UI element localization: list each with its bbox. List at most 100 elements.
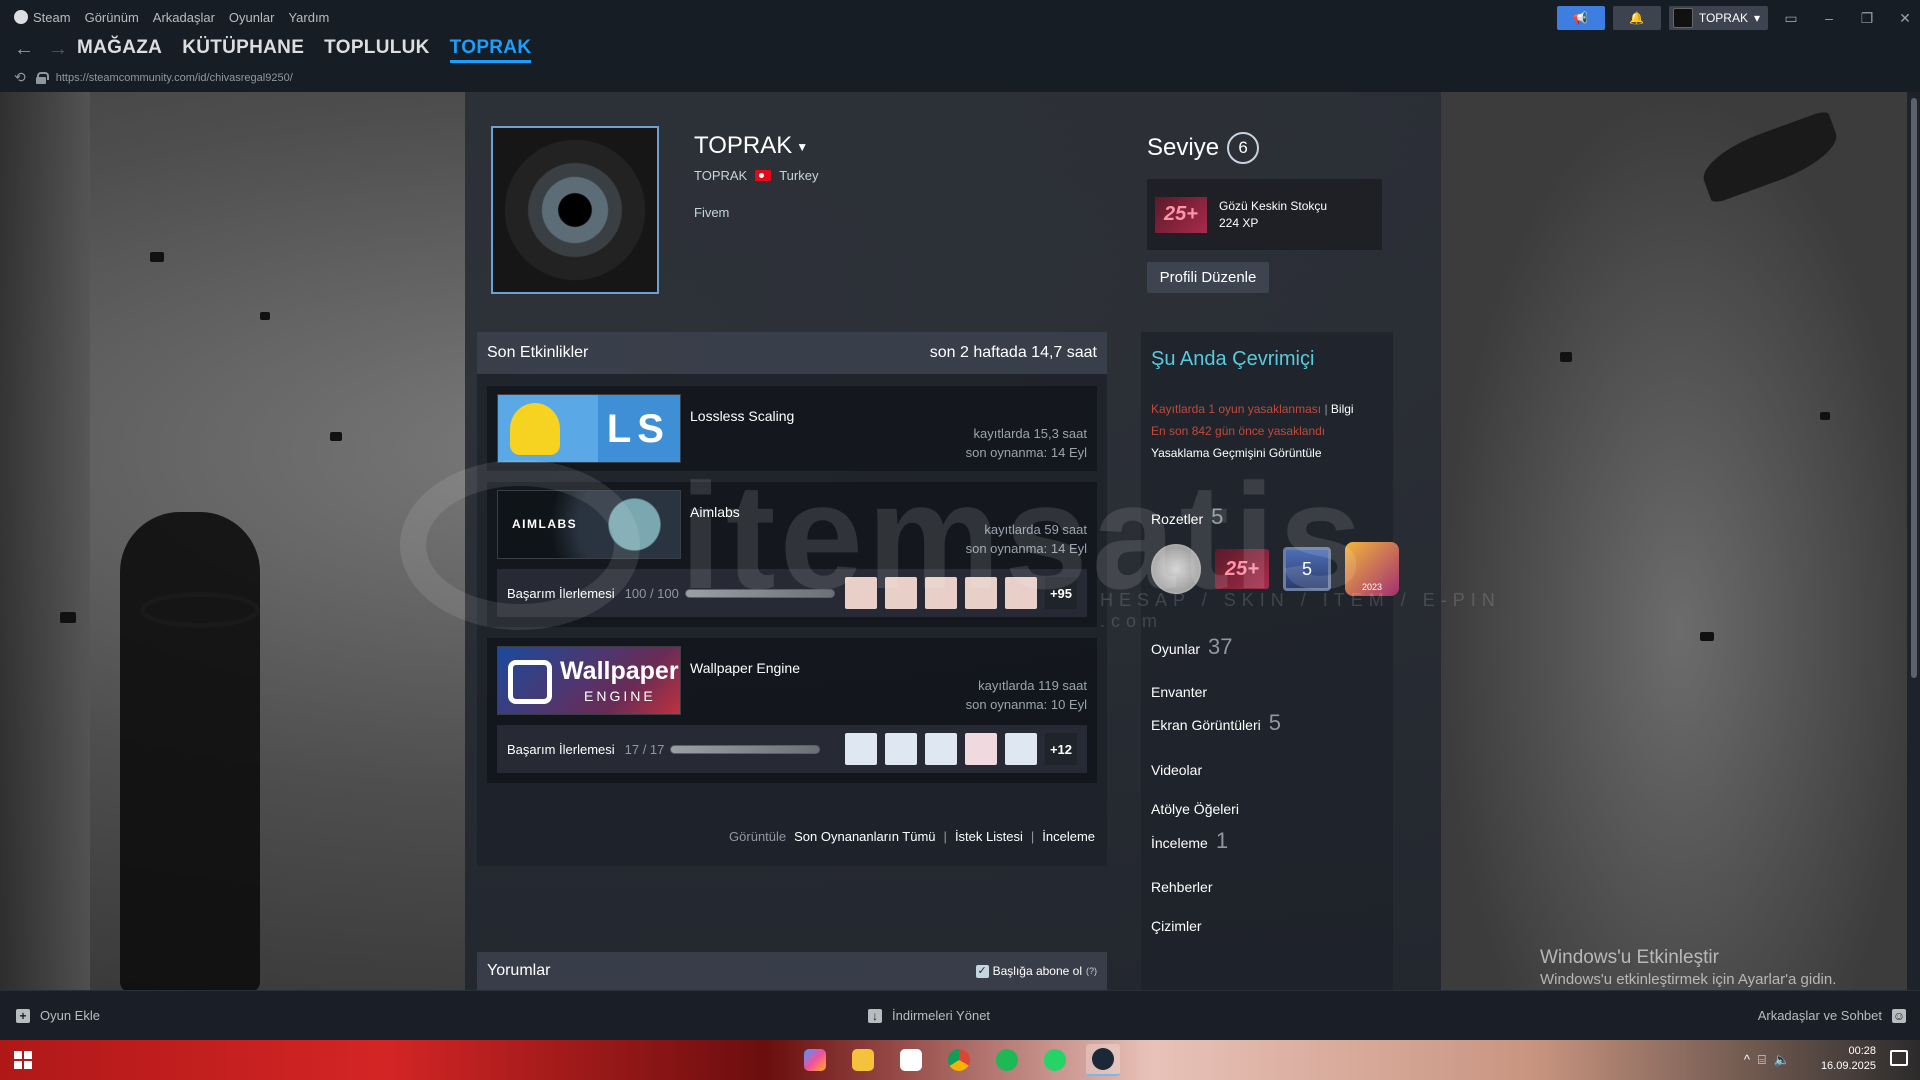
windows-start-icon[interactable] bbox=[14, 1051, 32, 1069]
menu-steam[interactable]: Steam bbox=[14, 10, 71, 25]
ban-history-link[interactable]: Yasaklama Geçmişini Görüntüle bbox=[1151, 446, 1322, 460]
volume-icon[interactable]: 🔈 bbox=[1774, 1052, 1790, 1068]
big-picture-icon[interactable]: ▭ bbox=[1776, 10, 1806, 27]
game-capsule[interactable]: Wallpaper ENGINE bbox=[497, 646, 681, 715]
achievement-icon[interactable] bbox=[925, 577, 957, 609]
workshop-link[interactable]: Atölye Öğeleri bbox=[1151, 801, 1239, 817]
reload-icon[interactable]: ⟲ bbox=[14, 69, 26, 86]
games-link[interactable]: Oyunlar 37 bbox=[1151, 634, 1233, 660]
page-scrollbar[interactable] bbox=[1907, 92, 1920, 990]
profile-name[interactable]: TOPRAK ▼ bbox=[694, 132, 808, 160]
chrome-icon[interactable] bbox=[942, 1044, 976, 1076]
game-name[interactable]: Lossless Scaling bbox=[690, 408, 794, 424]
badge-icon[interactable]: 2023 bbox=[1345, 542, 1399, 596]
scrollbar-thumb[interactable] bbox=[1911, 98, 1917, 678]
steam-taskbar-icon[interactable] bbox=[1086, 1044, 1120, 1076]
download-icon: ↓ bbox=[868, 1008, 882, 1023]
forward-arrow-icon[interactable]: → bbox=[48, 38, 68, 61]
manage-downloads-button[interactable]: ↓ İndirmeleri Yönet bbox=[868, 1008, 990, 1023]
favorite-badge[interactable]: 25+ Gözü Keskin Stokçu 224 XP bbox=[1147, 179, 1382, 250]
badges-link[interactable]: Rozetler 5 bbox=[1151, 504, 1223, 530]
megaphone-icon: 📢 bbox=[1573, 11, 1589, 25]
ban-info-link[interactable]: Bilgi bbox=[1331, 402, 1354, 416]
game-name[interactable]: Wallpaper Engine bbox=[690, 660, 800, 676]
edit-profile-button[interactable]: Profili Düzenle bbox=[1147, 262, 1269, 293]
tab-profile[interactable]: TOPRAK bbox=[449, 37, 532, 63]
notifications-button[interactable]: 🔔 bbox=[1612, 6, 1661, 30]
tab-store[interactable]: MAĞAZA bbox=[77, 37, 162, 63]
copilot-icon[interactable] bbox=[798, 1044, 832, 1076]
nav-bar: ← → MAĞAZA KÜTÜPHANE TOPLULUK TOPRAK ⟲ h… bbox=[0, 36, 1920, 92]
reviews-link[interactable]: İnceleme bbox=[1042, 829, 1095, 844]
user-menu-button[interactable]: TOPRAK ▾ bbox=[1668, 6, 1768, 30]
spotify-icon[interactable] bbox=[990, 1044, 1024, 1076]
achievement-icon[interactable] bbox=[885, 733, 917, 765]
capsule-text: LS bbox=[606, 407, 670, 451]
maximize-button[interactable]: ❐ bbox=[1852, 10, 1882, 27]
taskbar-clock[interactable]: 00:28 16.09.2025 bbox=[1821, 1044, 1876, 1074]
avatar[interactable] bbox=[491, 126, 659, 294]
game-name[interactable]: Aimlabs bbox=[690, 504, 740, 520]
background-speck bbox=[1700, 632, 1714, 641]
badge-icon[interactable] bbox=[1151, 544, 1201, 594]
level-label: Seviye bbox=[1147, 134, 1220, 161]
checkmark-icon: ✓ bbox=[975, 964, 989, 978]
badge-icon[interactable]: 25+ bbox=[1215, 549, 1269, 589]
add-game-button[interactable]: + Oyun Ekle bbox=[16, 1008, 100, 1023]
profile-real-name-row: TOPRAK Turkey bbox=[694, 168, 818, 183]
announcements-button[interactable]: 📢 bbox=[1556, 6, 1605, 30]
back-arrow-icon[interactable]: ← bbox=[14, 38, 34, 61]
achievement-icon[interactable] bbox=[845, 733, 877, 765]
guides-link[interactable]: Rehberler bbox=[1151, 879, 1212, 895]
menu-games[interactable]: Oyunlar bbox=[229, 10, 275, 25]
chevron-up-icon[interactable]: ^ bbox=[1744, 1052, 1750, 1068]
menu-friends[interactable]: Arkadaşlar bbox=[153, 10, 215, 25]
friends-chat-button[interactable]: Arkadaşlar ve Sohbet ☺ bbox=[1758, 1008, 1906, 1023]
achievement-icon[interactable] bbox=[925, 733, 957, 765]
achievement-icon[interactable] bbox=[965, 733, 997, 765]
whatsapp-icon[interactable] bbox=[1038, 1044, 1072, 1076]
network-icon[interactable]: ⌸ bbox=[1758, 1052, 1766, 1068]
menu-view[interactable]: Görünüm bbox=[85, 10, 139, 25]
achievement-more[interactable]: +12 bbox=[1045, 733, 1077, 765]
badges-count: 5 bbox=[1211, 504, 1224, 529]
badge-icon[interactable]: 5 bbox=[1283, 547, 1331, 591]
achievement-more[interactable]: +95 bbox=[1045, 577, 1077, 609]
level-number[interactable]: 6 bbox=[1227, 132, 1260, 164]
achievement-progress[interactable]: Başarım İlerlemesi 17 / 17 +12 bbox=[497, 725, 1087, 773]
achievement-label: Başarım İlerlemesi bbox=[507, 585, 615, 601]
title-bar: Steam Görünüm Arkadaşlar Oyunlar Yardım … bbox=[0, 0, 1920, 36]
videos-link[interactable]: Videolar bbox=[1151, 762, 1202, 778]
close-button[interactable]: ✕ bbox=[1890, 10, 1920, 27]
subscribe-checkbox[interactable]: ✓ Başlığa abone ol (?) bbox=[975, 964, 1097, 978]
tab-community[interactable]: TOPLULUK bbox=[324, 37, 430, 63]
reviews-link[interactable]: İnceleme 1 bbox=[1151, 828, 1228, 854]
clock-date: 16.09.2025 bbox=[1820, 1060, 1876, 1072]
notification-center-icon[interactable] bbox=[1890, 1050, 1908, 1066]
all-recent-games-link[interactable]: Son Oynananların Tümü bbox=[794, 829, 935, 844]
capsule-text: AIMLABS bbox=[512, 517, 578, 531]
achievement-progress[interactable]: Başarım İlerlemesi 100 / 100 +95 bbox=[497, 569, 1087, 617]
screenshots-link[interactable]: Ekran Görüntüleri 5 bbox=[1151, 710, 1281, 736]
achievement-icon[interactable] bbox=[845, 577, 877, 609]
help-icon[interactable]: (?) bbox=[1086, 966, 1097, 976]
bell-icon: 🔔 bbox=[1629, 11, 1645, 25]
achievement-icon[interactable] bbox=[885, 577, 917, 609]
microsoft-store-icon[interactable] bbox=[894, 1044, 928, 1076]
background-speck bbox=[330, 432, 342, 441]
steam-bottom-bar: + Oyun Ekle ↓ İndirmeleri Yönet Arkadaşlar… bbox=[0, 990, 1920, 1040]
wishlist-link[interactable]: İstek Listesi bbox=[955, 829, 1023, 844]
game-capsule[interactable]: AIMLABS bbox=[497, 490, 681, 559]
achievement-icon[interactable] bbox=[1005, 733, 1037, 765]
menu-help[interactable]: Yardım bbox=[288, 10, 329, 25]
minimize-button[interactable]: – bbox=[1814, 10, 1844, 26]
tab-library[interactable]: KÜTÜPHANE bbox=[182, 37, 304, 63]
inventory-link[interactable]: Envanter bbox=[1151, 684, 1207, 700]
achievement-icon[interactable] bbox=[965, 577, 997, 609]
file-explorer-icon[interactable] bbox=[846, 1044, 880, 1076]
url-text[interactable]: https://steamcommunity.com/id/chivasrega… bbox=[56, 72, 293, 84]
game-capsule[interactable]: LS bbox=[497, 394, 681, 463]
artwork-link[interactable]: Çizimler bbox=[1151, 918, 1202, 934]
achievement-icon[interactable] bbox=[1005, 577, 1037, 609]
background-figure bbox=[120, 512, 260, 990]
